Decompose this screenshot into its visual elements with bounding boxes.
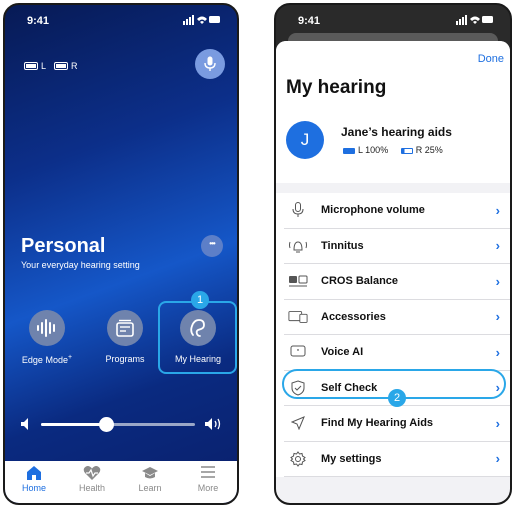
menu-item-label: Tinnitus [321,239,364,252]
volume-track[interactable] [41,417,195,432]
programs-button[interactable]: Programs [90,305,160,364]
battery-right-label: R [71,60,78,71]
heart-icon [63,465,121,481]
step-badge-2: 2 [388,389,406,407]
tinnitus-icon [288,238,308,254]
home-screen: 9:41 LR Personal Your everyday hearing s… [3,3,239,505]
programs-label: Programs [105,354,145,364]
tab-home-label: Home [21,483,46,493]
tab-health[interactable]: Health [63,461,121,503]
voice-microphone-button[interactable] [195,49,225,79]
edge-mode-icon [29,310,65,346]
my-hearing-sheet: Done My hearing J Jane’s hearing aids L … [276,41,510,503]
battery-left-value: L 100% [358,145,389,155]
menu-item-label: Voice AI [321,346,364,359]
menu-item-label: CROS Balance [321,275,399,288]
microphone-icon [288,202,308,218]
signal-wifi-battery-icon [456,15,493,25]
battery-left-label: L [41,60,47,71]
tab-bar: Home Health Learn More [5,461,237,503]
chevron-right-icon: › [495,451,500,467]
chevron-right-icon: › [495,238,500,254]
highlight-my-hearing [158,301,237,374]
menu-item-label: My settings [321,452,382,465]
volume-low-icon [21,418,28,430]
chevron-right-icon: › [495,309,500,325]
settings-list: Microphone volume › Tinnitus › CROS Bala… [276,193,510,477]
program-title: Personal [21,235,106,257]
avatar: J [286,121,324,159]
menu-item-tinnitus[interactable]: Tinnitus › [284,229,510,264]
menu-item-cros-balance[interactable]: CROS Balance › [284,264,510,300]
chevron-right-icon: › [495,344,500,360]
sheet-header: Done My hearing J Jane’s hearing aids L … [276,41,510,183]
battery-status: LR [24,60,86,71]
tab-learn[interactable]: Learn [121,461,179,503]
status-icons [183,15,221,28]
edge-mode-label: Edge Mode [21,355,68,365]
menu-icon [179,465,237,481]
tab-home[interactable]: Home [5,461,63,503]
cros-balance-icon [288,273,308,289]
volume-knob[interactable] [98,417,114,432]
location-arrow-icon [288,415,308,431]
menu-item-voice-ai[interactable]: " Voice AI › [284,335,510,371]
menu-item-label: Microphone volume [321,204,425,217]
tab-health-label: Health [78,483,105,493]
menu-item-accessories[interactable]: Accessories › [284,300,510,335]
program-subtitle: Your everyday hearing setting [21,260,140,270]
status-icons [456,15,494,28]
page-title: My hearing [286,77,387,98]
status-time: 9:41 [27,15,50,27]
my-hearing-screen: 9:41 Done My hearing J Jane’s hearing ai… [274,3,512,505]
accessories-icon [288,309,308,325]
chevron-right-icon: › [495,273,500,289]
chevron-right-icon: › [495,202,500,218]
battery-left-icon [24,61,38,70]
edge-mode-superscript: + [67,354,73,361]
tab-more[interactable]: More [179,461,237,503]
status-bar: 9:41 [5,15,237,31]
svg-text:": " [296,348,299,356]
chevron-right-icon: › [495,415,500,431]
status-bar: 9:41 [276,15,510,31]
battery-low-icon [400,147,413,154]
menu-item-microphone-volume[interactable]: Microphone volume › [284,193,510,229]
edge-mode-button[interactable]: Edge Mode+ [12,305,82,365]
done-button[interactable]: Done [478,53,504,65]
programs-icon [107,310,143,346]
more-options-button[interactable]: ••• [201,235,223,257]
home-icon [5,465,63,481]
menu-item-find-my-hearing-aids[interactable]: Find My Hearing Aids › [284,406,510,442]
step-badge-1: 1 [191,291,209,309]
menu-item-my-settings[interactable]: My settings › [284,442,510,477]
gear-icon [288,450,308,467]
tab-learn-label: Learn [138,483,162,493]
volume-slider[interactable] [21,417,223,432]
signal-wifi-battery-icon [183,15,220,25]
menu-item-label: Find My Hearing Aids [321,417,434,430]
tab-more-label: More [197,483,219,493]
status-time: 9:41 [298,15,321,27]
hearing-aid-name: Jane’s hearing aids [341,125,452,139]
hearing-aid-battery: L 100% R 25% [343,145,443,155]
battery-right-icon [54,61,69,70]
volume-high-icon [205,418,221,430]
voice-ai-icon: " [288,344,308,360]
menu-item-label: Accessories [321,310,386,323]
microphone-icon [204,56,216,71]
graduation-cap-icon [121,465,179,481]
battery-full-icon [343,147,355,154]
volume-fill [41,423,106,426]
battery-right-value: R 25% [415,145,443,155]
